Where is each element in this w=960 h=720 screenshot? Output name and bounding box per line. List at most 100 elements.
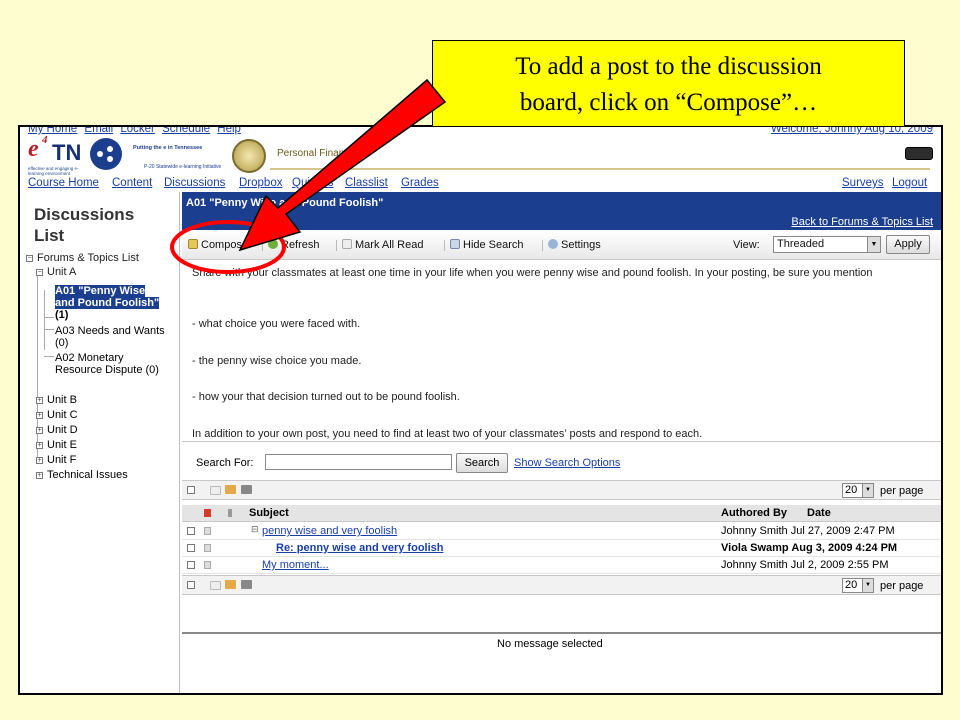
- col-subject[interactable]: Subject: [249, 507, 289, 519]
- tree-topic-a02[interactable]: A02 Monetary Resource Dispute (0): [55, 352, 167, 376]
- messages-table-header: Subject Authored By Date: [182, 505, 941, 522]
- banner-divider: [270, 168, 930, 170]
- search-input[interactable]: [265, 454, 452, 470]
- nav-grades[interactable]: Grades: [401, 177, 439, 189]
- description-p2: - what choice you were faced with.: [192, 318, 361, 330]
- expand-icon[interactable]: +: [36, 457, 43, 464]
- expand-icon[interactable]: +: [36, 442, 43, 449]
- message-subject[interactable]: My moment...: [262, 559, 329, 571]
- logo-e: e: [28, 136, 39, 162]
- my-home-link[interactable]: My Home: [28, 127, 77, 135]
- discussions-sidebar: Discussions List − Forums & Topics List −…: [20, 192, 180, 693]
- flag-icon[interactable]: [225, 485, 236, 494]
- col-authored-by[interactable]: Authored By: [721, 507, 787, 519]
- tree-unit-e[interactable]: + Unit E: [36, 439, 77, 451]
- tree-topic-selected[interactable]: A01 "Penny Wise and Pound Foolish"(1): [55, 285, 167, 321]
- mark-all-read-button[interactable]: Mark All Read: [342, 239, 423, 251]
- per-page-value: 20: [845, 484, 858, 496]
- per-page-label: per page: [880, 580, 924, 592]
- collapse-icon[interactable]: −: [26, 255, 33, 262]
- envelope-icon[interactable]: [210, 486, 221, 495]
- locker-link[interactable]: Locker: [120, 127, 155, 135]
- tree-unit-c[interactable]: + Unit C: [36, 409, 78, 421]
- message-author-date: Viola Swamp Aug 3, 2009 4:24 PM: [721, 542, 897, 554]
- message-subject[interactable]: Re: penny wise and very foolish: [276, 542, 444, 554]
- settings-button[interactable]: Settings: [548, 239, 601, 251]
- course-navbar: Course Home Content Discussions Dropbox …: [20, 176, 941, 192]
- flag-icon[interactable]: [204, 527, 211, 535]
- tree-root[interactable]: − Forums & Topics List: [26, 252, 139, 264]
- search-button[interactable]: Search: [456, 453, 508, 473]
- print-icon[interactable]: [241, 580, 252, 589]
- row-checkbox[interactable]: [187, 527, 195, 535]
- expand-icon[interactable]: +: [36, 412, 43, 419]
- flag-icon[interactable]: [204, 544, 211, 552]
- discussion-main: A01 "Penny Wise and Pound Foolish" Back …: [182, 192, 941, 693]
- message-author-date: Johnny Smith Jul 27, 2009 2:47 PM: [721, 525, 895, 537]
- help-link[interactable]: Help: [217, 127, 241, 135]
- nav-surveys[interactable]: Surveys: [842, 177, 884, 189]
- tree-unit-f-label: Unit F: [47, 454, 77, 466]
- nav-discussions[interactable]: Discussions: [164, 177, 225, 189]
- tree-unit-f[interactable]: + Unit F: [36, 454, 76, 466]
- nav-classlist[interactable]: Classlist: [345, 177, 388, 189]
- collapse-icon[interactable]: −: [36, 269, 43, 276]
- nav-logout[interactable]: Logout: [892, 177, 927, 189]
- nav-course-home[interactable]: Course Home: [28, 177, 99, 189]
- collapse-thread-icon[interactable]: ⊟: [251, 524, 259, 535]
- tn-stars-icon: [90, 138, 122, 170]
- description-p4: - how your that decision turned out to b…: [192, 391, 460, 403]
- tree-unit-d[interactable]: + Unit D: [36, 424, 78, 436]
- tree-unit-c-label: Unit C: [47, 409, 78, 421]
- tree-technical-issues[interactable]: + Technical Issues: [36, 469, 128, 481]
- envelope-icon[interactable]: [210, 581, 221, 590]
- flag-icon[interactable]: [204, 561, 211, 569]
- back-to-forums-link[interactable]: Back to Forums & Topics List: [791, 216, 933, 228]
- nav-content[interactable]: Content: [112, 177, 152, 189]
- nav-dropbox[interactable]: Dropbox: [239, 177, 282, 189]
- view-select[interactable]: Threaded ▼: [773, 236, 881, 253]
- compose-button[interactable]: Compose: [188, 239, 248, 251]
- table-row[interactable]: My moment... Johnny Smith Jul 2, 2009 2:…: [182, 557, 941, 574]
- per-page-select[interactable]: 20 ▼: [842, 578, 874, 593]
- table-row[interactable]: Re: penny wise and very foolish Viola Sw…: [182, 540, 941, 557]
- topic-title: A01 "Penny Wise and Pound Foolish": [186, 197, 384, 209]
- hide-search-button[interactable]: Hide Search: [450, 239, 524, 251]
- message-preview-pane: No message selected: [182, 632, 941, 693]
- flag-icon[interactable]: [225, 580, 236, 589]
- minibar-button[interactable]: [905, 147, 933, 160]
- selected-topic-label: A01 "Penny Wise and Pound Foolish": [55, 285, 160, 309]
- apply-button[interactable]: Apply: [886, 235, 930, 254]
- select-all-checkbox[interactable]: [187, 486, 195, 494]
- expand-icon[interactable]: +: [36, 472, 43, 479]
- list-actions-top: 20 ▼ per page: [182, 480, 941, 500]
- table-row[interactable]: ⊟ penny wise and very foolish Johnny Smi…: [182, 523, 941, 540]
- logo-sup: 4: [42, 134, 48, 146]
- show-search-options-link[interactable]: Show Search Options: [514, 457, 620, 469]
- description-p3: - the penny wise choice you made.: [192, 355, 362, 367]
- list-actions-bottom: 20 ▼ per page: [182, 575, 941, 595]
- select-all-checkbox[interactable]: [187, 581, 195, 589]
- nav-quizzes[interactable]: Quizzes: [292, 177, 334, 189]
- col-date[interactable]: Date: [807, 507, 831, 519]
- top-links: My Home Email Locker Schedule Help: [28, 127, 245, 135]
- refresh-button[interactable]: Refresh: [268, 239, 320, 251]
- row-checkbox[interactable]: [187, 544, 195, 552]
- per-page-select[interactable]: 20 ▼: [842, 483, 874, 498]
- tree-unit-a-label: Unit A: [47, 266, 77, 278]
- row-checkbox[interactable]: [187, 561, 195, 569]
- state-seal-icon: [232, 139, 266, 173]
- tree-unit-a[interactable]: − Unit A: [36, 266, 76, 278]
- date: Aug 3, 2009 4:24 PM: [791, 542, 898, 554]
- email-link[interactable]: Email: [84, 127, 113, 135]
- tree-unit-b[interactable]: + Unit B: [36, 394, 77, 406]
- refresh-label: Refresh: [281, 239, 320, 251]
- expand-icon[interactable]: +: [36, 397, 43, 404]
- message-subject[interactable]: penny wise and very foolish: [262, 525, 397, 537]
- tree-topic-a03[interactable]: A03 Needs and Wants (0): [55, 325, 167, 349]
- author: Johnny Smith: [721, 525, 788, 537]
- print-icon[interactable]: [241, 485, 252, 494]
- schedule-link[interactable]: Schedule: [162, 127, 210, 135]
- logo-tn: TN: [52, 140, 82, 165]
- expand-icon[interactable]: +: [36, 427, 43, 434]
